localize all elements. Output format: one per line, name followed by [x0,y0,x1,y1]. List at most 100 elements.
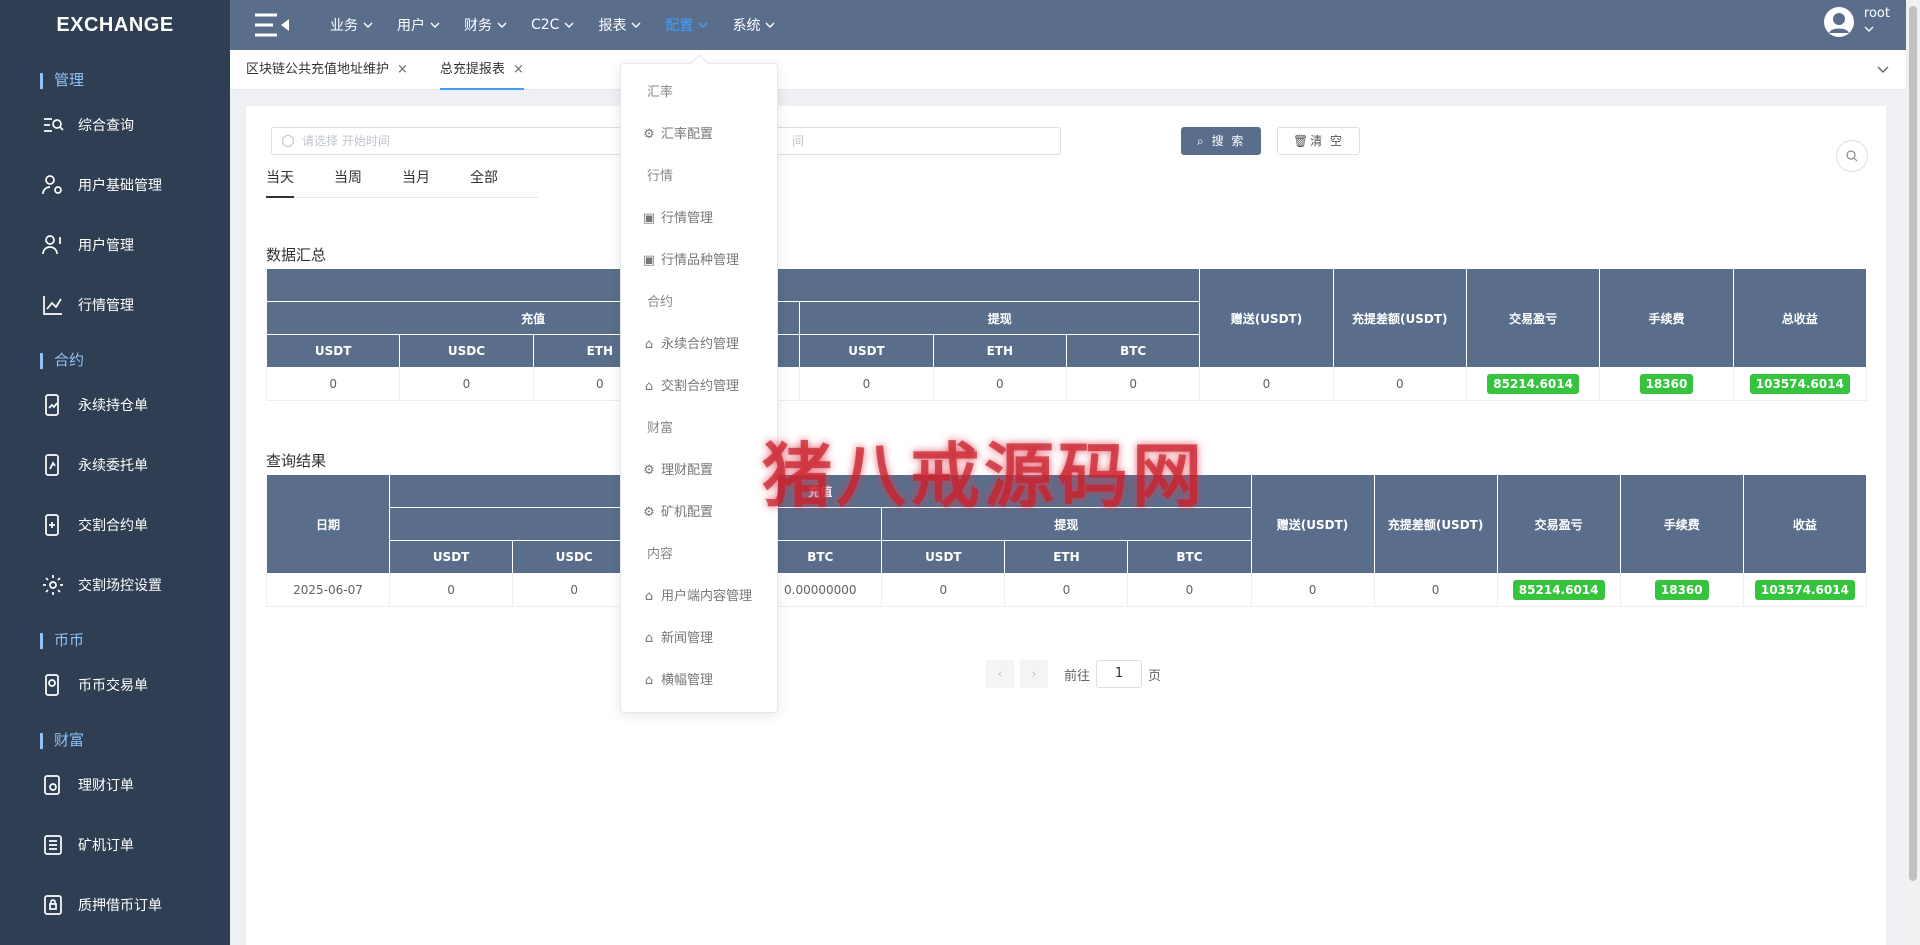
sidebar-item-overview[interactable]: 综合查询 [0,95,230,155]
sidebar-item-delivery-order[interactable]: 交割合约单 [0,495,230,555]
page-input[interactable]: 1 [1096,660,1143,688]
top-menu-system[interactable]: 系统 [720,15,787,35]
top-menu-business[interactable]: 业务 [318,15,385,35]
period-month[interactable]: 当月 [402,158,470,197]
line-chart-icon [40,293,66,317]
pnl-badge: 85214.6014 [1487,374,1579,394]
table-row: 0 0 0 0 0 0 0 0 85214.6014 18360 103574.… [265,367,1868,401]
dropdown-item-miner-config[interactable]: ⚙ 矿机配置 [621,492,777,534]
prev-page-button[interactable]: ‹ [986,660,1014,688]
chevron-down-icon [1864,26,1874,32]
dropdown-item-delivery-contract[interactable]: ⌂ 交割合约管理 [621,366,777,408]
user-menu[interactable]: root [1823,6,1890,37]
results-col-w-btc: BTC [1127,540,1252,574]
total-badge: 103574.6014 [1749,374,1850,394]
top-menu-config[interactable]: 配置 [653,15,720,35]
summary-title: 数据汇总 [266,246,327,264]
dropdown-item-finance-config[interactable]: ⚙ 理财配置 [621,450,777,492]
summary-col-w-usdt: USDT [799,334,934,368]
menu-toggle-icon[interactable] [242,11,302,39]
fee-badge: 18360 [1639,374,1694,394]
fee-badge: 18360 [1654,580,1709,600]
top-menu-user[interactable]: 用户 [385,15,452,35]
sidebar: EXCHANGE 管理 综合查询 用户基础管理 用户管理 行情管理 合约 永续持… [0,0,230,945]
chevron-down-icon [363,22,373,28]
summary-col-usdc: USDC [399,334,534,368]
summary-table: 赠送(USDT) 充提差额(USDT) 交易盈亏 手续费 总收益 充值 提现 U… [265,268,1868,401]
period-all[interactable]: 全部 [470,158,538,197]
page-scrollbar[interactable] [1906,0,1920,945]
results-header-pnl: 交易盈亏 [1496,474,1621,574]
summary-header-pnl: 交易盈亏 [1465,268,1601,368]
top-menu-report[interactable]: 报表 [586,15,653,35]
chevron-down-icon [698,22,708,28]
sidebar-item-perp-position[interactable]: 永续持仓单 [0,375,230,435]
summary-header-fee: 手续费 [1599,268,1734,368]
gear-icon: ⚙ [643,127,655,142]
results-col-usdt: USDT [389,540,514,574]
top-menu: 业务 用户 财务 C2C 报表 配置 系统 [318,15,787,35]
dropdown-item-rate-config[interactable]: ⚙ 汇率配置 [621,114,777,156]
sidebar-item-user-basic[interactable]: 用户基础管理 [0,155,230,215]
dropdown-item-news[interactable]: ⌂ 新闻管理 [621,618,777,660]
list-icon [40,833,66,857]
sidebar-item-pledge-order[interactable]: 质押借币订单 [0,875,230,935]
next-page-button[interactable]: › [1020,660,1048,688]
box-icon: ⌂ [644,589,654,604]
top-menu-c2c[interactable]: C2C [519,15,586,35]
dropdown-item-banner[interactable]: ⌂ 横幅管理 [621,660,777,702]
sidebar-item-delivery-control[interactable]: 交割场控设置 [0,555,230,615]
end-date-placeholder: 间 [792,134,805,148]
search-toggle-button[interactable] [1836,140,1868,172]
gear-icon: ⚙ [643,463,655,478]
dropdown-item-perp-contract[interactable]: ⌂ 永续合约管理 [621,324,777,366]
chevron-down-icon[interactable] [1876,62,1890,76]
gear-icon [40,573,66,597]
top-navbar: 业务 用户 财务 C2C 报表 配置 系统 root [230,0,1920,50]
clock-icon [282,135,294,147]
avatar [1823,6,1854,37]
pnl-badge: 85214.6014 [1512,580,1605,600]
summary-header-gift: 赠送(USDT) [1199,268,1334,368]
chevron-down-icon [631,22,641,28]
chevron-down-icon [497,22,507,28]
tab-bar: 区块链公共充值地址维护 × 总充提报表 × [230,50,1906,90]
tab-deposit-report[interactable]: 总充提报表 × [424,50,540,90]
trash-icon: 🗑 [1293,134,1311,148]
sidebar-group-manage: 管理 [0,65,230,95]
period-week[interactable]: 当周 [334,158,402,197]
clear-button[interactable]: 🗑清 空 [1277,127,1361,155]
sidebar-item-market[interactable]: 行情管理 [0,275,230,335]
top-menu-finance[interactable]: 财务 [452,15,519,35]
sidebar-item-spot-order[interactable]: 币币交易单 [0,655,230,715]
scrollbar-thumb[interactable] [1909,6,1917,881]
dropdown-group-contract: 合约 [647,295,674,310]
lock-doc-icon [40,893,66,917]
search-icon: ⌕ [1197,134,1206,148]
config-dropdown-menu: 汇率 ⚙ 汇率配置 行情 ▣ 行情管理 ▣ 行情品种管理 合约 ⌂ 永续合约管理 ⌂ 交割… [620,63,778,713]
sidebar-item-user-manage[interactable]: 用户管理 [0,215,230,275]
sidebar-item-miner-order[interactable]: 矿机订单 [0,815,230,875]
results-header-diff: 充提差额(USDT) [1373,474,1498,574]
phone-chart-icon [40,513,66,537]
period-today[interactable]: 当天 [266,158,334,198]
close-icon[interactable]: × [513,62,524,77]
total-badge: 103574.6014 [1754,580,1855,600]
tab-address-maintenance[interactable]: 区块链公共充值地址维护 × [230,50,424,90]
sidebar-item-perp-order[interactable]: 永续委托单 [0,435,230,495]
results-header-fee: 手续费 [1619,474,1744,574]
results-title: 查询结果 [266,452,327,470]
search-icon [1846,150,1858,162]
report-card: 请选择 开始时间 间 ⌕ 搜 索 🗑清 空 当天 当周 当月 全部 数据汇总 赠… [246,106,1886,945]
results-col-w-eth: ETH [1004,540,1129,574]
sidebar-item-finance-order[interactable]: 理财订单 [0,755,230,815]
dropdown-item-market-symbol[interactable]: ▣ 行情品种管理 [621,240,777,282]
dropdown-item-client-content[interactable]: ⌂ 用户端内容管理 [621,576,777,618]
search-button[interactable]: ⌕ 搜 索 [1181,127,1262,155]
user-icon [40,233,66,257]
dropdown-item-market-manage[interactable]: ▣ 行情管理 [621,198,777,240]
summary-col-w-btc: BTC [1065,334,1201,368]
summary-col-w-eth: ETH [932,334,1067,368]
chevron-down-icon [765,22,775,28]
close-icon[interactable]: × [397,62,408,77]
